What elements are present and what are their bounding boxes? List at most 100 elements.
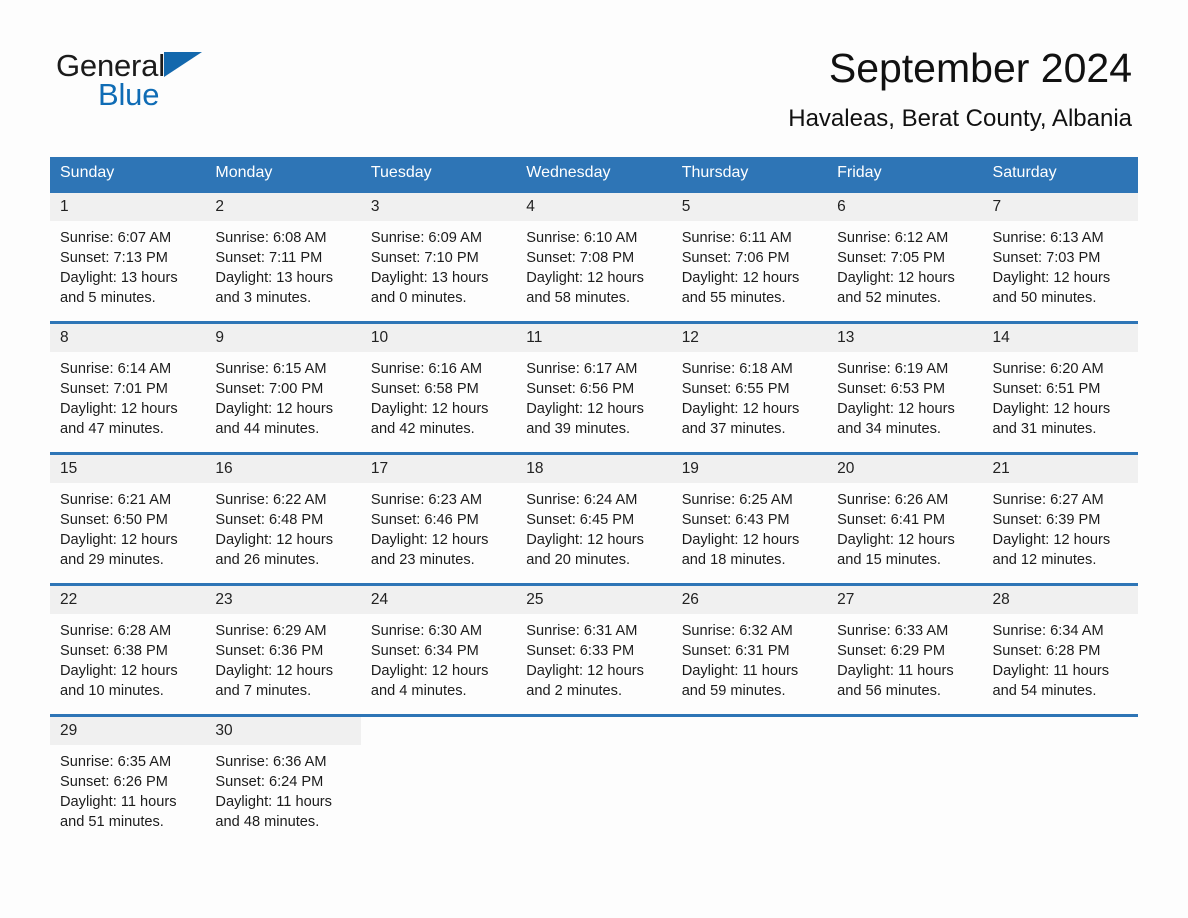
daylight-text: and 56 minutes. bbox=[837, 682, 941, 699]
calendar-day-cell-empty bbox=[671, 714, 828, 847]
daylight-text: and 20 minutes. bbox=[526, 551, 631, 568]
calendar-day-cell[interactable]: 24 Sunrise: 6:30 AM Sunset: 6:34 PM Dayligh… bbox=[360, 583, 517, 716]
calendar-day-cell[interactable]: 23 Sunrise: 6:29 AM Sunset: 6:36 PM Dayligh… bbox=[205, 583, 361, 716]
day-details: Sunrise: 6:15 AM Sunset: 7:00 PM Daylight:… bbox=[205, 352, 360, 439]
day-details: Sunrise: 6:27 AM Sunset: 6:39 PM Daylight:… bbox=[983, 483, 1138, 570]
sunset-text: Sunset: 6:39 PM bbox=[992, 511, 1101, 528]
calendar-day-cell[interactable]: 26 Sunrise: 6:32 AM Sunset: 6:31 PM Dayligh… bbox=[671, 583, 828, 716]
calendar-day-cell-empty bbox=[827, 714, 983, 847]
day-number: 19 bbox=[671, 455, 828, 483]
logo-triangle-icon bbox=[163, 52, 202, 77]
daylight-text: Daylight: 11 hours bbox=[681, 662, 799, 679]
sunset-text: Sunset: 6:58 PM bbox=[370, 380, 479, 397]
calendar-day-cell[interactable]: 17 Sunrise: 6:23 AM Sunset: 6:46 PM Dayligh… bbox=[360, 452, 517, 585]
day-details: Sunrise: 6:09 AM Sunset: 7:10 PM Daylight:… bbox=[361, 221, 516, 308]
calendar-day-cell[interactable]: 7 Sunrise: 6:13 AM Sunset: 7:03 PM Daylight… bbox=[982, 190, 1138, 323]
daylight-text: and 2 minutes. bbox=[526, 682, 622, 699]
day-number: 28 bbox=[982, 586, 1138, 614]
calendar-day-cell[interactable]: 28 Sunrise: 6:34 AM Sunset: 6:28 PM Dayligh… bbox=[982, 583, 1138, 716]
day-number: 18 bbox=[516, 455, 672, 483]
daylight-text: Daylight: 12 hours bbox=[992, 269, 1111, 286]
calendar-day-cell[interactable]: 2 Sunrise: 6:08 AM Sunset: 7:11 PM Daylight… bbox=[205, 190, 361, 323]
calendar-day-cell[interactable]: 25 Sunrise: 6:31 AM Sunset: 6:33 PM Dayligh… bbox=[516, 583, 672, 716]
day-details: Sunrise: 6:10 AM Sunset: 7:08 PM Daylight:… bbox=[516, 221, 671, 308]
calendar-day-cell[interactable]: 18 Sunrise: 6:24 AM Sunset: 6:45 PM Dayligh… bbox=[516, 452, 672, 585]
daylight-text: Daylight: 13 hours bbox=[60, 269, 178, 286]
daylight-text: Daylight: 11 hours bbox=[837, 662, 954, 679]
calendar-day-cell[interactable]: 5 Sunrise: 6:11 AM Sunset: 7:06 PM Daylight… bbox=[671, 190, 828, 323]
sunset-text: Sunset: 6:46 PM bbox=[370, 511, 479, 528]
calendar-day-cell[interactable]: 4 Sunrise: 6:10 AM Sunset: 7:08 PM Daylight… bbox=[516, 190, 672, 323]
calendar-day-cell[interactable]: 8 Sunrise: 6:14 AM Sunset: 7:01 PM Daylight… bbox=[50, 321, 206, 454]
daylight-text: Daylight: 12 hours bbox=[370, 400, 489, 417]
calendar-day-cell[interactable]: 30 Sunrise: 6:36 AM Sunset: 6:24 PM Dayligh… bbox=[205, 714, 361, 847]
calendar-day-cell[interactable]: 21 Sunrise: 6:27 AM Sunset: 6:39 PM Dayligh… bbox=[982, 452, 1138, 585]
calendar-day-cell[interactable]: 27 Sunrise: 6:33 AM Sunset: 6:29 PM Dayligh… bbox=[827, 583, 983, 716]
sunset-text: Sunset: 6:24 PM bbox=[215, 773, 324, 790]
daylight-text: and 5 minutes. bbox=[60, 289, 156, 306]
calendar-day-cell[interactable]: 13 Sunrise: 6:19 AM Sunset: 6:53 PM Dayligh… bbox=[827, 321, 983, 454]
day-number: 17 bbox=[360, 455, 517, 483]
calendar-week-row: 29 Sunrise: 6:35 AM Sunset: 6:26 PM Dayligh… bbox=[50, 714, 1138, 847]
daylight-text: Daylight: 12 hours bbox=[992, 400, 1111, 417]
logo-bottom-row: Blue bbox=[98, 79, 256, 110]
day-details: Sunrise: 6:08 AM Sunset: 7:11 PM Daylight:… bbox=[205, 221, 360, 308]
daylight-text: Daylight: 12 hours bbox=[370, 531, 489, 548]
calendar-day-cell[interactable]: 12 Sunrise: 6:18 AM Sunset: 6:55 PM Dayligh… bbox=[671, 321, 828, 454]
daylight-text: and 42 minutes. bbox=[370, 420, 475, 437]
calendar-day-cell[interactable]: 6 Sunrise: 6:12 AM Sunset: 7:05 PM Daylight… bbox=[827, 190, 983, 323]
sunrise-text: Sunrise: 6:24 AM bbox=[526, 491, 638, 508]
calendar-day-cell[interactable]: 3 Sunrise: 6:09 AM Sunset: 7:10 PM Daylight… bbox=[360, 190, 517, 323]
day-details: Sunrise: 6:32 AM Sunset: 6:31 PM Daylight:… bbox=[672, 614, 827, 701]
title-block: September 2024 Havaleas, Berat County, A… bbox=[788, 44, 1132, 133]
calendar-body: 1 Sunrise: 6:07 AM Sunset: 7:13 PM Daylight… bbox=[50, 190, 1138, 847]
calendar-day-cell[interactable]: 11 Sunrise: 6:17 AM Sunset: 6:56 PM Dayligh… bbox=[516, 321, 672, 454]
calendar-day-cell[interactable]: 29 Sunrise: 6:35 AM Sunset: 6:26 PM Dayligh… bbox=[50, 714, 206, 847]
sunrise-text: Sunrise: 6:34 AM bbox=[992, 622, 1104, 639]
sunrise-text: Sunrise: 6:14 AM bbox=[60, 360, 172, 377]
sunrise-text: Sunrise: 6:12 AM bbox=[837, 229, 949, 246]
sunset-text: Sunset: 7:01 PM bbox=[60, 380, 168, 397]
calendar-day-cell[interactable]: 22 Sunrise: 6:28 AM Sunset: 6:38 PM Dayligh… bbox=[50, 583, 206, 716]
day-number: 27 bbox=[827, 586, 983, 614]
sunrise-text: Sunrise: 6:27 AM bbox=[992, 491, 1104, 508]
calendar-day-cell[interactable]: 19 Sunrise: 6:25 AM Sunset: 6:43 PM Dayligh… bbox=[671, 452, 828, 585]
sunset-text: Sunset: 7:05 PM bbox=[837, 249, 946, 266]
daylight-text: Daylight: 12 hours bbox=[215, 400, 334, 417]
sunset-text: Sunset: 6:33 PM bbox=[526, 642, 635, 659]
calendar-day-cell[interactable]: 16 Sunrise: 6:22 AM Sunset: 6:48 PM Dayligh… bbox=[205, 452, 361, 585]
calendar-day-cell[interactable]: 9 Sunrise: 6:15 AM Sunset: 7:00 PM Daylight… bbox=[205, 321, 361, 454]
sunrise-text: Sunrise: 6:31 AM bbox=[526, 622, 638, 639]
sunrise-text: Sunrise: 6:20 AM bbox=[992, 360, 1104, 377]
daylight-text: and 48 minutes. bbox=[215, 813, 320, 830]
day-details: Sunrise: 6:11 AM Sunset: 7:06 PM Daylight:… bbox=[672, 221, 827, 308]
day-details: Sunrise: 6:21 AM Sunset: 6:50 PM Daylight:… bbox=[50, 483, 205, 570]
day-details: Sunrise: 6:29 AM Sunset: 6:36 PM Daylight:… bbox=[205, 614, 360, 701]
calendar-day-cell[interactable]: 14 Sunrise: 6:20 AM Sunset: 6:51 PM Dayligh… bbox=[982, 321, 1138, 454]
calendar-day-cell[interactable]: 20 Sunrise: 6:26 AM Sunset: 6:41 PM Dayligh… bbox=[827, 452, 983, 585]
sunrise-text: Sunrise: 6:28 AM bbox=[60, 622, 172, 639]
day-details: Sunrise: 6:13 AM Sunset: 7:03 PM Daylight:… bbox=[983, 221, 1138, 308]
sunset-text: Sunset: 6:51 PM bbox=[992, 380, 1101, 397]
daylight-text: Daylight: 12 hours bbox=[681, 400, 800, 417]
calendar-day-cell[interactable]: 15 Sunrise: 6:21 AM Sunset: 6:50 PM Dayligh… bbox=[50, 452, 206, 585]
sunrise-text: Sunrise: 6:17 AM bbox=[526, 360, 638, 377]
page-title: September 2024 bbox=[828, 45, 1132, 91]
daylight-text: and 50 minutes. bbox=[992, 289, 1097, 306]
sunrise-text: Sunrise: 6:16 AM bbox=[370, 360, 482, 377]
sunset-text: Sunset: 6:28 PM bbox=[992, 642, 1101, 659]
sunset-text: Sunset: 7:11 PM bbox=[215, 249, 323, 266]
sunrise-text: Sunrise: 6:25 AM bbox=[681, 491, 793, 508]
daylight-text: and 58 minutes. bbox=[526, 289, 631, 306]
daylight-text: Daylight: 12 hours bbox=[526, 662, 644, 679]
calendar-grid: Sunday Monday Tuesday Wednesday Thursday… bbox=[50, 157, 1138, 847]
daylight-text: Daylight: 12 hours bbox=[215, 531, 334, 548]
sunrise-text: Sunrise: 6:13 AM bbox=[992, 229, 1104, 246]
calendar-day-cell[interactable]: 10 Sunrise: 6:16 AM Sunset: 6:58 PM Dayligh… bbox=[360, 321, 517, 454]
sunset-text: Sunset: 7:13 PM bbox=[60, 249, 168, 266]
sunrise-text: Sunrise: 6:21 AM bbox=[60, 491, 172, 508]
day-number: 21 bbox=[982, 455, 1138, 483]
calendar-day-cell[interactable]: 1 Sunrise: 6:07 AM Sunset: 7:13 PM Daylight… bbox=[50, 190, 206, 323]
daylight-text: and 52 minutes. bbox=[837, 289, 941, 306]
day-number: 30 bbox=[205, 717, 361, 745]
